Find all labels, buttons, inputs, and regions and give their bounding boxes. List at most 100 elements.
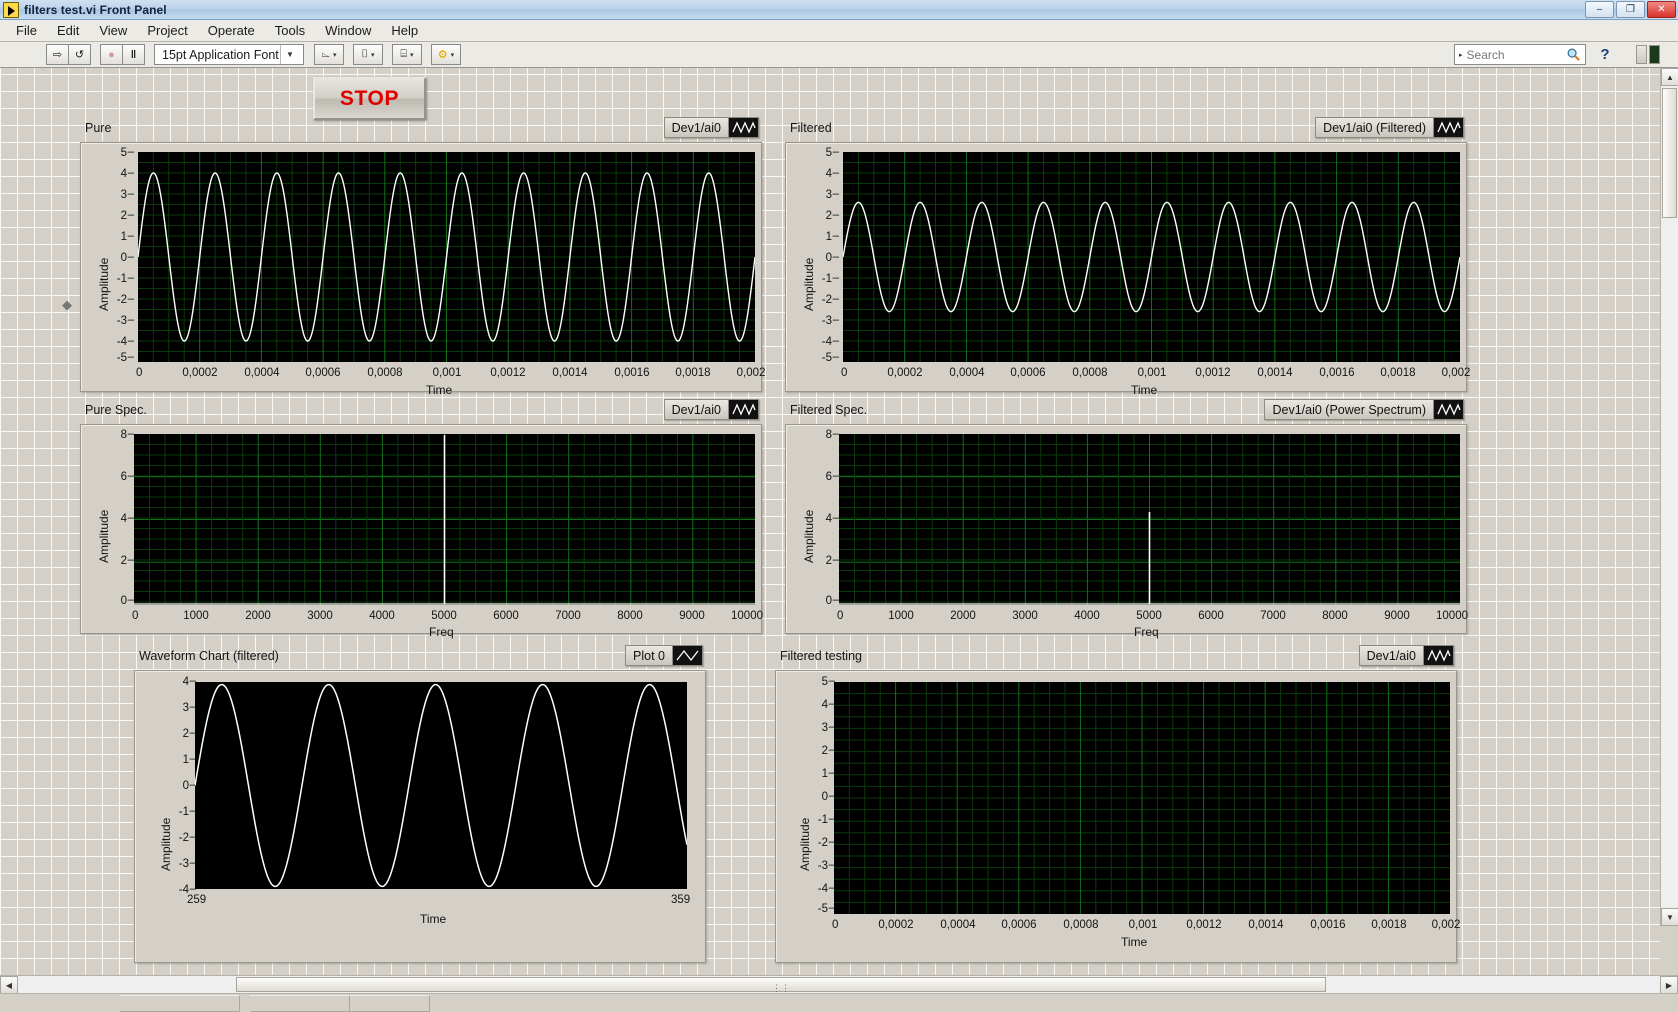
scroll-left-icon[interactable]: ◀ [0,976,18,994]
plot-style-icon[interactable] [728,118,758,137]
pause-icon[interactable]: ‖ [122,44,145,65]
maximize-button[interactable]: ❐ [1616,1,1645,18]
xtick: 3000 [307,610,333,622]
search-scope-arrow-icon[interactable]: ▸ [1455,51,1467,59]
xtick: 0 [132,610,139,622]
vertical-scrollbar[interactable]: ▲ ▼ [1660,68,1678,926]
graph-filtered[interactable]: Filtered Dev1/ai0 (Filtered) Amplitude 5… [785,117,1470,397]
graph-waveform-chart-legend[interactable]: Plot 0 [625,645,703,666]
xtick: 0,0012 [1186,919,1222,931]
distribute-objects-icon[interactable]: ⌷ ▾ [352,44,383,65]
graph-filtered-legend[interactable]: Dev1/ai0 (Filtered) [1315,117,1464,138]
resize-glyph: ⌸ [400,48,407,60]
ytick: 0 [806,251,839,264]
ni-logo-block-2 [1649,45,1660,64]
graph-filtered-testing-plot[interactable] [834,682,1450,914]
ytick: 2 [802,744,835,757]
reorder-objects-icon[interactable]: ⚙ ▾ [430,44,461,65]
graph-filtered-plot[interactable] [843,152,1460,362]
graph-pure-spec[interactable]: Pure Spec. Dev1/ai0 Amplitude 8 6 4 2 0 [80,399,763,639]
ytick: 5 [802,675,835,688]
close-button[interactable]: ✕ [1647,1,1676,18]
xtick: 0,0002 [182,367,218,379]
xtick: 259 [187,894,207,906]
horizontal-scroll-thumb[interactable]: ⋮⋮ [236,977,1326,993]
scroll-up-icon[interactable]: ▲ [1661,68,1678,86]
menu-item-project[interactable]: Project [137,21,197,40]
xtick: 6000 [1198,610,1224,622]
plot-style-icon[interactable] [672,646,702,665]
ytick: 0 [101,251,134,264]
window-titlebar: filters test.vi Front Panel – ❐ ✕ [0,0,1678,20]
search-icon[interactable] [1566,47,1581,62]
ytick: 2 [101,554,134,567]
minimize-button[interactable]: – [1585,1,1614,18]
scroll-right-icon[interactable]: ▶ [1660,976,1678,994]
menu-item-operate[interactable]: Operate [198,21,265,40]
xtick: 0,0018 [675,367,711,379]
ytick: -5 [806,351,839,364]
graph-pure-spec-title: Pure Spec. [85,403,147,417]
ytick: -5 [802,902,835,915]
graph-waveform-chart[interactable]: Waveform Chart (filtered) Plot 0 Amplitu… [134,645,706,963]
xtick: 8000 [617,610,643,622]
graph-filtered-spec[interactable]: Filtered Spec. Dev1/ai0 (Power Spectrum)… [785,399,1468,639]
xtick: 0,0012 [490,367,526,379]
graph-pure[interactable]: Pure Dev1/ai0 Amplitude 5 4 3 2 1 0 -1 -… [80,117,765,397]
align-objects-icon[interactable]: ⌳ ▾ [313,44,344,65]
ytick: 0 [163,779,196,792]
menu-item-view[interactable]: View [89,21,137,40]
menu-item-tools[interactable]: Tools [265,21,315,40]
ytick: -1 [163,805,196,818]
xtick: 0,0006 [1010,367,1046,379]
graph-pure-spec-xlabel: Freq [429,625,454,639]
xtick: 1000 [183,610,209,622]
vertical-scroll-thumb[interactable] [1662,88,1677,218]
plot-style-icon[interactable] [1423,646,1453,665]
help-button[interactable]: ? [1594,42,1616,66]
xtick: 0,0004 [244,367,280,379]
graph-pure-plot[interactable] [138,152,755,362]
abort-execution-icon[interactable]: ● [100,44,123,65]
xtick: 0,0016 [614,367,650,379]
ytick: 6 [806,470,839,483]
graph-pure-spec-plot[interactable] [134,434,755,605]
menu-item-help[interactable]: Help [381,21,428,40]
xtick: 10000 [731,610,763,622]
plot-style-icon[interactable] [1433,118,1463,137]
ytick: 4 [101,167,134,180]
graph-waveform-chart-plot[interactable] [195,682,687,889]
graph-pure-spec-legend[interactable]: Dev1/ai0 [663,399,759,420]
xtick: 0 [832,919,839,931]
graph-filtered-spec-legend-label: Dev1/ai0 (Power Spectrum) [1272,402,1426,417]
run-arrow-icon[interactable]: ⇨ [46,44,69,65]
chevron-down-icon: ▾ [332,51,337,59]
graph-filtered-testing[interactable]: Filtered testing Dev1/ai0 Amplitude 5 4 … [775,645,1460,963]
graph-filtered-testing-legend[interactable]: Dev1/ai0 [1358,645,1454,666]
status-cell-3 [350,994,430,1012]
menu-item-window[interactable]: Window [315,21,381,40]
resize-objects-icon[interactable]: ⌸ ▾ [391,44,422,65]
menu-item-edit[interactable]: Edit [47,21,89,40]
ytick: -4 [806,335,839,348]
window-title: filters test.vi Front Panel [24,2,167,17]
graph-filtered-spec-legend[interactable]: Dev1/ai0 (Power Spectrum) [1264,399,1464,420]
menu-item-file[interactable]: File [6,21,47,40]
scroll-down-icon[interactable]: ▼ [1661,908,1678,926]
stop-button[interactable]: STOP [313,77,426,120]
xtick: 0,002 [1441,367,1471,379]
chevron-down-icon: ▾ [450,51,455,59]
xtick: 0,0012 [1195,367,1231,379]
run-continuously-icon[interactable]: ↺ [68,44,91,65]
ytick: 2 [806,554,839,567]
plot-style-icon[interactable] [728,400,758,419]
graph-filtered-spec-plot[interactable] [839,434,1460,605]
font-selector[interactable]: 15pt Application Font ▼ [154,44,304,65]
graph-filtered-spec-xlabel: Freq [1134,625,1159,639]
search-input[interactable]: ▸ Search [1454,44,1586,65]
graph-pure-legend[interactable]: Dev1/ai0 [663,117,759,138]
plot-style-icon[interactable] [1433,400,1463,419]
chevron-down-icon[interactable]: ▼ [280,45,299,64]
xtick: 0,0018 [1371,919,1407,931]
horizontal-scrollbar[interactable]: ◀ ⋮⋮ ▶ [0,975,1678,994]
